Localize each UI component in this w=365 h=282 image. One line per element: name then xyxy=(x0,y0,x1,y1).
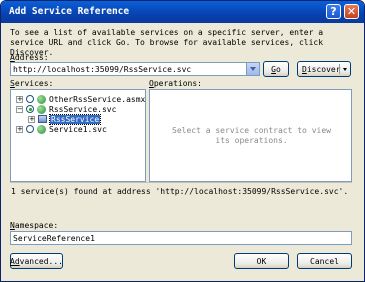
chevron-down-icon xyxy=(250,67,256,71)
operations-list[interactable]: Select a service contract to view its op… xyxy=(149,89,352,182)
namespace-value: ServiceReference1 xyxy=(13,234,95,243)
address-combobox[interactable]: http://localhost:35099/RssService.svc xyxy=(10,62,260,76)
expand-icon[interactable]: + xyxy=(16,95,23,103)
close-icon: ✕ xyxy=(346,5,357,18)
expand-icon[interactable]: + xyxy=(16,125,23,133)
ok-button[interactable]: OK xyxy=(234,253,289,269)
globe-icon xyxy=(37,104,46,114)
address-label: Address: xyxy=(10,53,49,62)
services-label: Services: xyxy=(10,79,54,88)
namespace-input[interactable]: ServiceReference1 xyxy=(10,231,352,245)
operations-placeholder: Select a service contract to view its op… xyxy=(172,126,331,145)
operations-label: Operations: xyxy=(149,79,202,88)
radio-icon xyxy=(26,125,34,133)
cancel-button[interactable]: Cancel xyxy=(297,253,352,269)
advanced-button-label: Advanced... xyxy=(10,256,63,266)
status-text: 1 service(s) found at address 'http://lo… xyxy=(11,187,349,196)
go-button-label: Go xyxy=(271,64,281,74)
ok-button-label: OK xyxy=(256,256,267,266)
tree-item-label: RssService.svc xyxy=(49,104,117,114)
dialog-window: Add Service Reference ? ✕ To see a list … xyxy=(0,0,365,282)
help-icon: ? xyxy=(330,5,337,18)
tree-item-rssservice[interactable]: + RssService xyxy=(28,113,102,125)
tree-item-label-selected: RssService xyxy=(48,113,102,125)
discover-dropdown-icon[interactable] xyxy=(343,68,347,71)
namespace-label: Namespace: xyxy=(10,221,59,230)
window-title: Add Service Reference xyxy=(9,6,130,17)
collapse-icon[interactable]: − xyxy=(16,105,23,113)
tree-item-service1[interactable]: + Service1.svc xyxy=(16,124,107,134)
go-button[interactable]: Go xyxy=(263,61,289,77)
advanced-button[interactable]: Advanced... xyxy=(10,253,63,269)
discover-button[interactable]: Discover xyxy=(297,61,351,77)
tree-item-label: OtherRssService.asmx xyxy=(49,94,146,104)
globe-icon xyxy=(37,124,46,134)
address-dropdown-button[interactable] xyxy=(246,63,259,75)
radio-icon xyxy=(26,95,34,103)
intro-text: To see a list of available services on a… xyxy=(10,28,324,57)
cancel-button-label: Cancel xyxy=(310,256,339,266)
help-button[interactable]: ? xyxy=(326,4,341,19)
tree-item-otherrssservice[interactable]: + OtherRssService.asmx xyxy=(16,94,145,104)
address-value: http://localhost:35099/RssService.svc xyxy=(13,65,192,74)
title-bar[interactable]: Add Service Reference ? ✕ xyxy=(1,1,364,23)
service-contract-icon xyxy=(38,115,47,123)
tree-item-rssservice-svc[interactable]: − RssService.svc xyxy=(16,104,116,114)
globe-icon xyxy=(37,94,46,104)
status-area: 1 service(s) found at address 'http://lo… xyxy=(10,182,352,213)
close-button[interactable]: ✕ xyxy=(344,4,359,19)
radio-selected-icon xyxy=(26,105,34,113)
expand-icon[interactable]: + xyxy=(28,115,35,123)
services-tree[interactable]: + OtherRssService.asmx − RssService.svc … xyxy=(10,89,146,182)
tree-item-label: Service1.svc xyxy=(49,124,107,134)
discover-button-label: Discover xyxy=(302,64,341,74)
split-divider xyxy=(339,64,340,74)
